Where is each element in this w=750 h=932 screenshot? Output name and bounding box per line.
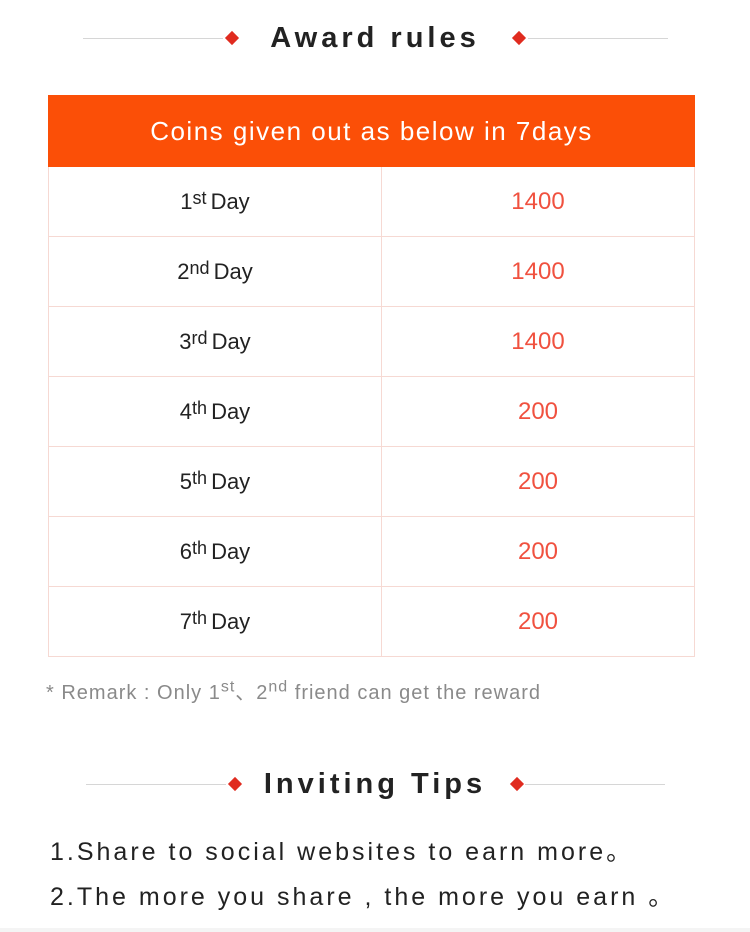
divider-line-right <box>528 38 668 39</box>
day-number: 3 <box>179 328 192 354</box>
day-label: Day <box>210 188 250 214</box>
diamond-icon <box>224 30 240 46</box>
table-row: 6th Day 200 <box>49 517 694 587</box>
tip-item: 2.The more you share , the more you earn… <box>50 883 677 911</box>
inviting-tips-heading: Inviting Tips <box>0 764 750 804</box>
day-label: Day <box>213 258 253 284</box>
table-row: 1st Day 1400 <box>49 167 694 237</box>
day-number: 7 <box>179 608 193 634</box>
day-cell: 1st Day <box>49 167 382 236</box>
coins-cell: 200 <box>517 537 559 565</box>
remark-sup-second: nd <box>268 678 289 696</box>
table-row: 3rd Day 1400 <box>49 307 694 377</box>
day-label: Day <box>211 328 251 354</box>
coins-cell: 200 <box>517 607 559 635</box>
coins-cell: 200 <box>517 397 559 425</box>
day-number: 2 <box>177 258 190 284</box>
day-label: Day <box>211 608 251 634</box>
table-row: 2nd Day 1400 <box>49 237 694 307</box>
coins-cell: 1400 <box>511 327 565 355</box>
day-cell: 5th Day <box>49 447 382 516</box>
divider-line-right <box>525 784 665 785</box>
diamond-icon <box>509 776 525 792</box>
table-header: Coins given out as below in 7days <box>48 95 695 167</box>
remark-prefix: * Remark : Only 1 <box>46 682 221 704</box>
day-number: 1 <box>180 188 193 214</box>
day-cell: 2nd Day <box>49 237 382 306</box>
day-number: 6 <box>179 538 193 564</box>
remark-mid: 、2 <box>235 682 269 704</box>
bottom-divider <box>0 928 750 932</box>
award-rules-title: Award rules <box>270 21 480 54</box>
coins-cell: 1400 <box>511 187 565 215</box>
day-cell: 3rd Day <box>49 307 382 376</box>
day-label: Day <box>211 468 251 494</box>
coins-cell: 200 <box>517 467 559 495</box>
diamond-icon <box>227 776 243 792</box>
tip-item: 1.Share to social websites to earn more。 <box>50 838 635 866</box>
day-number: 4 <box>179 398 193 424</box>
inviting-tips-title: Inviting Tips <box>263 767 487 800</box>
coins-cell: 1400 <box>511 257 565 285</box>
award-rules-heading: Award rules <box>0 18 750 58</box>
table-row: 7th Day 200 <box>49 587 694 657</box>
divider-line-left <box>83 38 223 39</box>
day-cell: 4th Day <box>49 377 382 446</box>
table-row: 4th Day 200 <box>49 377 694 447</box>
remark-text: * Remark : Only 1st、2nd friend can get t… <box>46 676 541 705</box>
award-table: Coins given out as below in 7days 1st Day… <box>48 95 695 657</box>
divider-line-left <box>86 784 226 785</box>
remark-suffix: friend can get the reward <box>288 682 541 704</box>
day-cell: 6th Day <box>49 517 382 586</box>
day-number: 5 <box>179 468 193 494</box>
day-label: Day <box>211 398 251 424</box>
remark-sup-first: st <box>220 678 236 696</box>
day-cell: 7th Day <box>49 587 382 656</box>
day-label: Day <box>211 538 251 564</box>
diamond-icon <box>511 30 527 46</box>
table-rows: 1st Day 1400 2nd Day 1400 3rd Day 1400 4th D… <box>48 167 695 657</box>
table-row: 5th Day 200 <box>49 447 694 517</box>
